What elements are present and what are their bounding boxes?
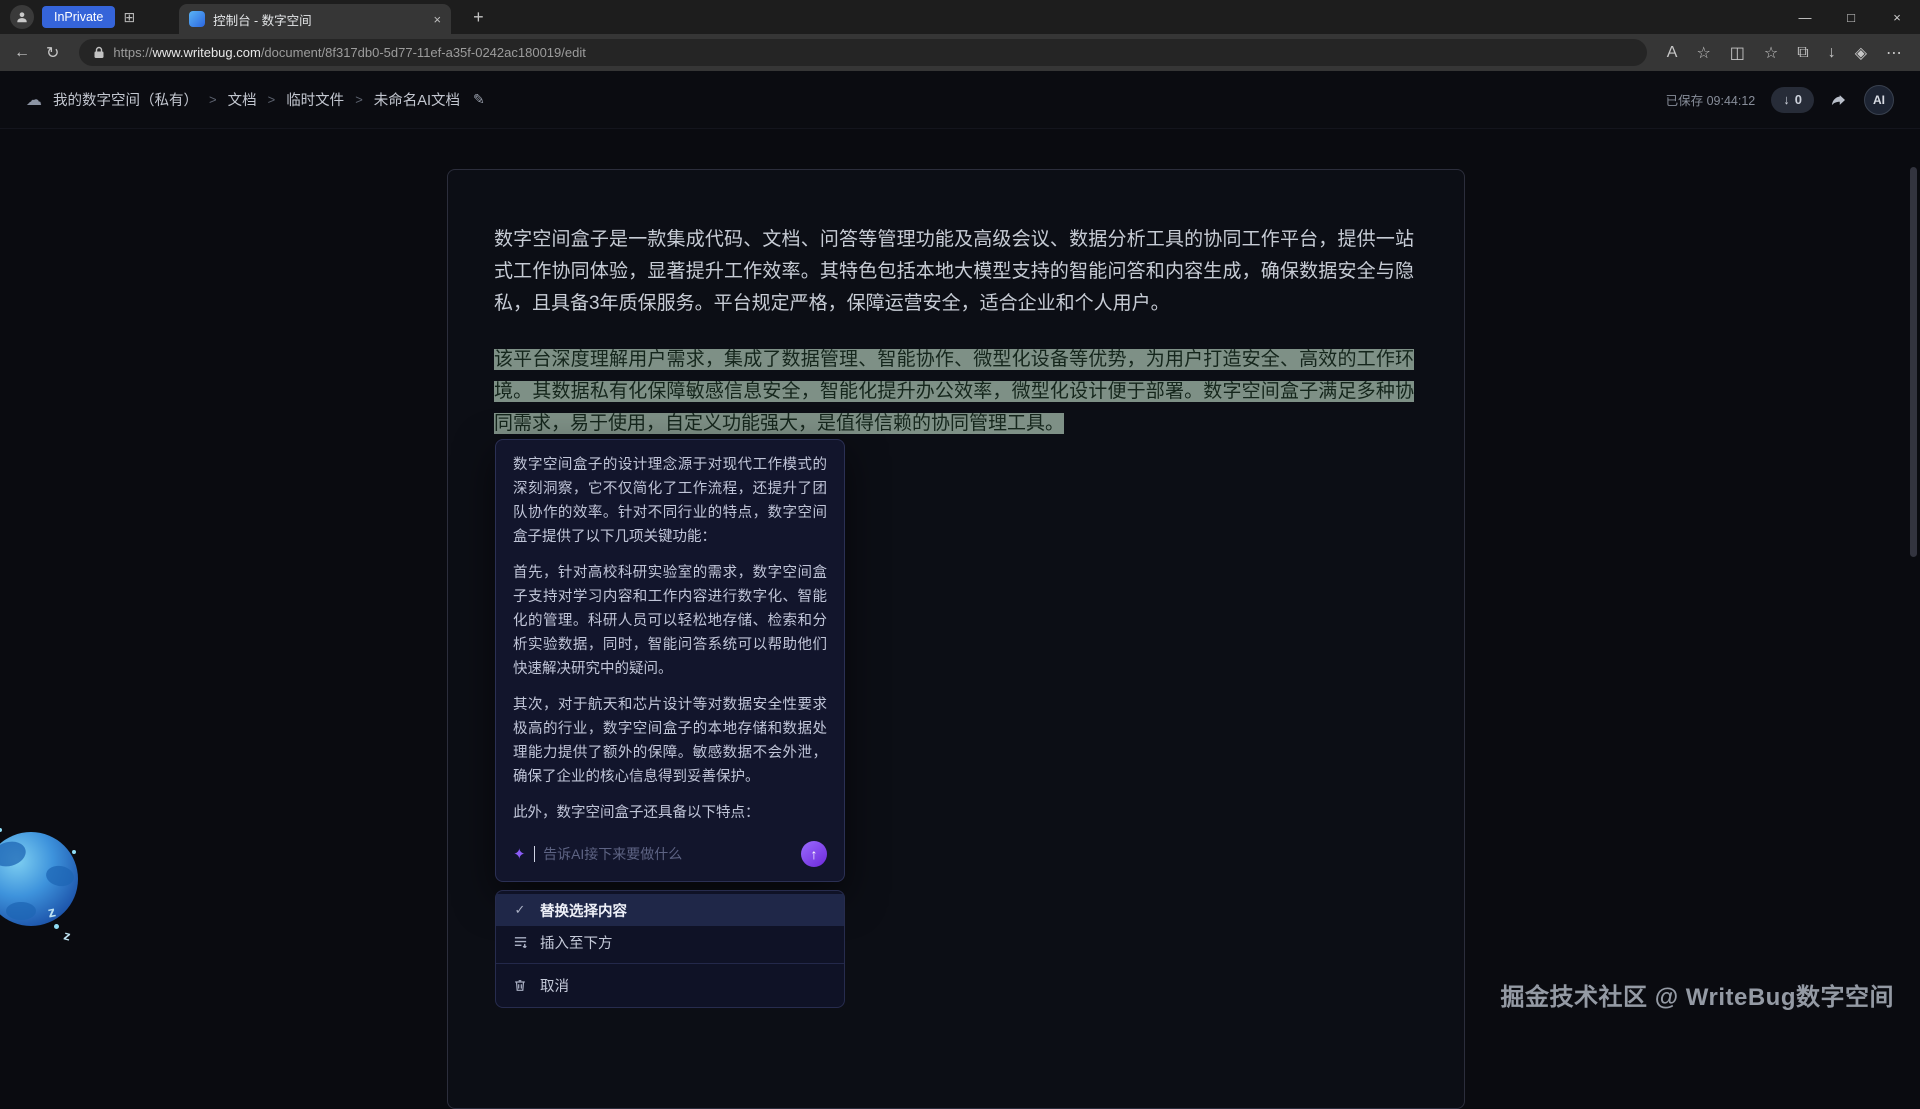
planet-patch [0, 838, 29, 870]
breadcrumb-separator: > [355, 92, 363, 107]
breadcrumb-separator: > [268, 92, 276, 107]
browser-essentials-icon[interactable]: ◈ [1855, 43, 1867, 63]
check-icon: ✓ [512, 902, 528, 918]
orbit-dot [0, 828, 2, 832]
sparkle-icon: ✦ [513, 845, 526, 863]
save-status: 已保存 09:44:12 [1666, 90, 1756, 109]
profile-avatar[interactable] [10, 5, 34, 29]
trash-icon [512, 978, 528, 993]
orbit-dot [54, 924, 59, 929]
tab-close-icon[interactable]: × [433, 12, 441, 27]
page-scrollbar[interactable] [1910, 167, 1917, 557]
download-count-button[interactable]: ↓ 0 [1771, 87, 1814, 113]
ai-generated-paragraph: 此外，数字空间盒子还具备以下特点： [513, 801, 827, 825]
document-card[interactable]: 数字空间盒子是一款集成代码、文档、问答等管理功能及高级会议、数据分析工具的协同工… [447, 169, 1465, 1109]
favorites-bar-icon[interactable]: ☆ [1764, 43, 1778, 63]
browser-tab[interactable]: 控制台 - 数字空间 × [179, 4, 451, 34]
maximize-button[interactable]: □ [1828, 0, 1874, 34]
download-count: 0 [1795, 92, 1802, 107]
tab-strip: InPrivate ⊞ 控制台 - 数字空间 × + — □ × [0, 0, 1920, 34]
insert-below-icon [512, 935, 528, 950]
send-button[interactable]: ↑ [801, 841, 827, 867]
breadcrumb-item-docs[interactable]: 文档 [228, 89, 257, 110]
text-caret [534, 846, 536, 862]
close-button[interactable]: × [1874, 0, 1920, 34]
downloads-icon[interactable]: ↓ [1828, 44, 1836, 62]
breadcrumb: ☁ 我的数字空间（私有） > 文档 > 临时文件 > 未命名AI文档 ✎ [26, 89, 485, 110]
tab-favicon-icon [189, 11, 205, 27]
inprivate-badge: InPrivate [42, 6, 115, 28]
breadcrumb-item-current-doc[interactable]: 未命名AI文档 [374, 89, 460, 110]
favorite-star-icon[interactable]: ☆ [1696, 43, 1710, 63]
breadcrumb-item-temp[interactable]: 临时文件 [286, 89, 344, 110]
document-paragraph[interactable]: 该平台深度理解用户需求，集成了数据管理、智能协作、微型化设备等优势，为用户打造安… [494, 344, 1414, 440]
breadcrumb-item-space[interactable]: 我的数字空间（私有） [53, 89, 198, 110]
ai-assistant-button[interactable]: AI [1864, 85, 1894, 115]
share-icon [1830, 91, 1848, 109]
selected-text[interactable]: 该平台深度理解用户需求，集成了数据管理、智能协作、微型化设备等优势，为用户打造安… [494, 349, 1414, 434]
read-aloud-icon[interactable]: A [1667, 44, 1678, 62]
collections-icon[interactable]: ⧉ [1797, 44, 1808, 62]
menu-item-insert-below[interactable]: 插入至下方 [496, 926, 844, 958]
menu-item-replace-selection[interactable]: ✓ 替换选择内容 [496, 894, 844, 926]
menu-item-label: 插入至下方 [540, 932, 613, 953]
ai-action-menu: ✓ 替换选择内容 插入至下方 取消 [495, 890, 845, 1008]
split-screen-icon[interactable]: ◫ [1730, 43, 1745, 63]
editor-page: 数字空间盒子是一款集成代码、文档、问答等管理功能及高级会议、数据分析工具的协同工… [0, 129, 1920, 1040]
ai-generated-paragraph: 数字空间盒子的设计理念源于对现代工作模式的深刻洞察，它不仅简化了工作流程，还提升… [513, 453, 827, 549]
planet-sphere-icon [0, 832, 78, 926]
toolbar-actions: A ☆ ◫ ☆ ⧉ ↓ ◈ ⋯ [1667, 43, 1906, 63]
ai-prompt-input[interactable]: ✦ 告诉AI接下来要做什么 ↑ [513, 839, 827, 869]
browser-toolbar: ← ↻ https://www.writebug.com/document/8f… [0, 34, 1920, 71]
menu-item-label: 替换选择内容 [540, 900, 627, 921]
address-bar[interactable]: https://www.writebug.com/document/8f317d… [79, 39, 1646, 66]
sleep-z-glyph: z [62, 927, 72, 943]
document-paragraph[interactable]: 数字空间盒子是一款集成代码、文档、问答等管理功能及高级会议、数据分析工具的协同工… [494, 224, 1414, 320]
cloud-icon: ☁ [26, 90, 42, 110]
planet-patch [44, 864, 75, 889]
minimize-button[interactable]: — [1782, 0, 1828, 34]
url-text: https://www.writebug.com/document/8f317d… [113, 45, 585, 60]
refresh-icon[interactable]: ↻ [46, 43, 59, 63]
planet-patch [6, 902, 36, 920]
download-icon: ↓ [1783, 92, 1790, 107]
mascot-planet[interactable]: z z [0, 832, 78, 952]
person-icon [15, 10, 29, 24]
header-actions: 已保存 09:44:12 ↓ 0 AI [1666, 85, 1894, 115]
rename-icon[interactable]: ✎ [473, 91, 485, 108]
share-button[interactable] [1830, 91, 1848, 109]
app-header: ☁ 我的数字空间（私有） > 文档 > 临时文件 > 未命名AI文档 ✎ 已保存… [0, 71, 1920, 129]
watermark-text: 掘金技术社区 @ WriteBug数字空间 [1501, 977, 1894, 1012]
menu-item-label: 取消 [540, 975, 569, 996]
lock-icon [93, 46, 105, 59]
ai-popup-panel: 数字空间盒子的设计理念源于对现代工作模式的深刻洞察，它不仅简化了工作流程，还提升… [495, 439, 845, 882]
back-icon[interactable]: ← [14, 44, 30, 62]
more-menu-icon[interactable]: ⋯ [1886, 43, 1902, 63]
window-controls: — □ × [1782, 0, 1920, 34]
ai-generated-paragraph: 首先，针对高校科研实验室的需求，数字空间盒子支持对学习内容和工作内容进行数字化、… [513, 561, 827, 681]
breadcrumb-separator: > [209, 92, 217, 107]
tab-title: 控制台 - 数字空间 [213, 10, 425, 29]
workspaces-icon[interactable]: ⊞ [123, 9, 135, 26]
menu-item-cancel[interactable]: 取消 [496, 969, 844, 1001]
new-tab-button[interactable]: + [473, 7, 484, 28]
ai-generated-paragraph: 其次，对于航天和芯片设计等对数据安全性要求极高的行业，数字空间盒子的本地存储和数… [513, 693, 827, 789]
menu-divider [496, 963, 844, 964]
orbit-dot [72, 850, 76, 854]
ai-input-placeholder: 告诉AI接下来要做什么 [543, 844, 682, 864]
